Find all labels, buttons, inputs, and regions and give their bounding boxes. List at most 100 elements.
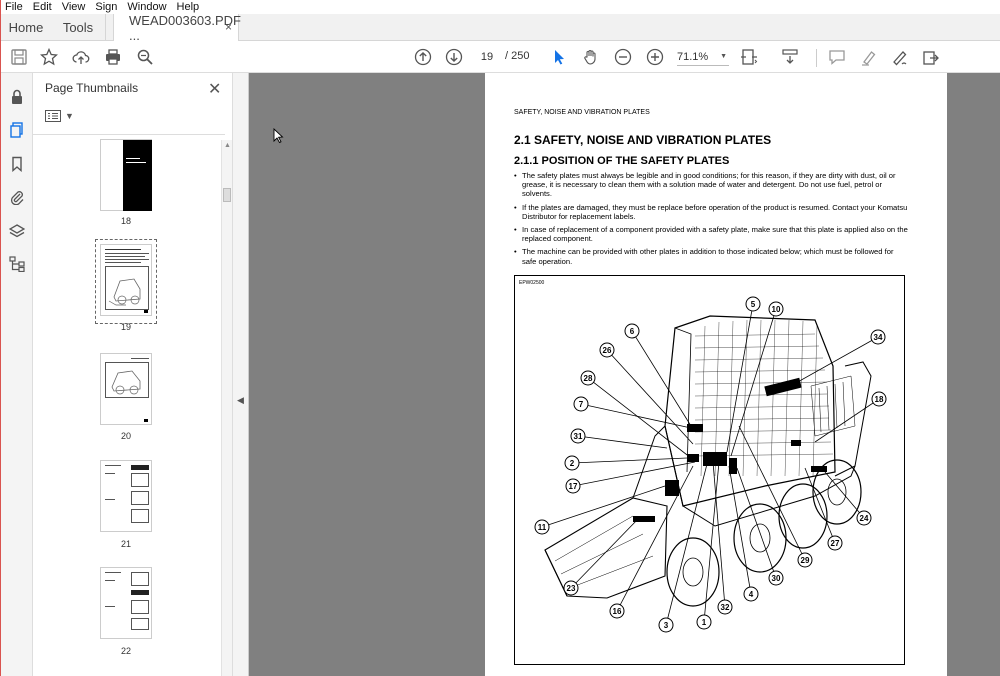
thumbnail-text-line bbox=[105, 249, 141, 250]
zoom-search-icon[interactable] bbox=[135, 47, 155, 67]
tab-document[interactable]: WEAD003603.PDF ... × bbox=[113, 13, 241, 43]
safety-plates-figure: EPW02500 5 10 6 34 26 28 18 7 31 2 17 11… bbox=[514, 275, 905, 665]
sign-icon[interactable] bbox=[890, 47, 910, 67]
callout-30: 30 bbox=[736, 467, 784, 586]
select-cursor-icon[interactable] bbox=[549, 47, 569, 67]
thumbnail-label: 22 bbox=[120, 646, 131, 656]
bookmark-icon[interactable] bbox=[7, 154, 27, 174]
callout-32: 32 bbox=[712, 461, 733, 615]
close-tab-icon[interactable]: × bbox=[225, 20, 232, 34]
bookmark-star-icon[interactable] bbox=[39, 47, 59, 67]
callout-leader-line bbox=[786, 336, 879, 389]
callout-number: 26 bbox=[603, 346, 612, 355]
section-heading: 2.1 SAFETY, NOISE AND VIBRATION PLATES bbox=[514, 133, 772, 147]
menu-view[interactable]: View bbox=[62, 1, 86, 13]
callout-number: 4 bbox=[749, 590, 754, 599]
callout-31: 31 bbox=[570, 428, 668, 449]
callout-11: 11 bbox=[534, 485, 666, 535]
callout-23: 23 bbox=[563, 519, 638, 596]
callout-number: 32 bbox=[721, 603, 730, 612]
save-icon[interactable] bbox=[9, 47, 29, 67]
callout-27: 27 bbox=[804, 467, 843, 551]
fit-page-icon[interactable] bbox=[739, 47, 759, 67]
callout-leader-line bbox=[631, 330, 692, 427]
page-down-icon[interactable] bbox=[444, 47, 464, 67]
thumbnail-text-line bbox=[105, 253, 149, 254]
thumbnail-label-box bbox=[131, 491, 149, 505]
panel-collapse-strip[interactable]: ◀ bbox=[233, 73, 249, 676]
thumbnail-options-button[interactable]: ▼ bbox=[45, 110, 74, 122]
callout-leader-line bbox=[541, 485, 666, 528]
thumbnail-figure bbox=[105, 362, 149, 398]
callout-layer: 5 10 6 34 26 28 18 7 31 2 17 11 24 27 29 30 4 23 16 3 32 1 bbox=[534, 296, 887, 633]
zoom-select[interactable]: 71.1% ▼ bbox=[677, 48, 729, 66]
thumbnails-scrollbar[interactable]: ▲ bbox=[221, 140, 232, 676]
tab-home[interactable]: Home bbox=[1, 14, 51, 41]
thumbnail-page[interactable] bbox=[100, 567, 152, 639]
model-tree-icon[interactable] bbox=[7, 254, 27, 274]
scroll-up-arrow-icon[interactable]: ▲ bbox=[224, 142, 231, 149]
pdf-page: SAFETY, NOISE AND VIBRATION PLATES 2.1 S… bbox=[485, 73, 947, 676]
zoom-in-icon[interactable] bbox=[645, 47, 665, 67]
scrollbar-thumb[interactable] bbox=[223, 188, 231, 202]
document-viewport[interactable]: SAFETY, NOISE AND VIBRATION PLATES 2.1 S… bbox=[249, 73, 1000, 676]
callout-number: 18 bbox=[875, 395, 884, 404]
page-thumbnails-panel: Page Thumbnails ✕ ▼ 18 19 20 21 22 ▲ bbox=[33, 73, 233, 676]
close-panel-icon[interactable]: ✕ bbox=[208, 79, 221, 99]
layers-icon[interactable] bbox=[7, 221, 27, 241]
tab-bar: Home Tools WEAD003603.PDF ... × bbox=[1, 13, 1000, 43]
thumbnail-text-line bbox=[105, 580, 115, 581]
thumbnail-text-line bbox=[105, 572, 121, 573]
thumbnail-text-line bbox=[105, 473, 115, 474]
callout-28: 28 bbox=[580, 370, 692, 459]
print-icon[interactable] bbox=[103, 47, 123, 67]
hand-icon[interactable] bbox=[581, 47, 601, 67]
thumbnail-page-selected[interactable] bbox=[100, 244, 152, 316]
comment-icon[interactable] bbox=[827, 47, 847, 67]
thumbnail-black-band bbox=[123, 140, 152, 211]
menu-window[interactable]: Window bbox=[127, 1, 166, 13]
thumbnail-page[interactable] bbox=[100, 139, 152, 211]
page-number-input[interactable]: 19 bbox=[475, 48, 499, 66]
upload-cloud-icon[interactable] bbox=[71, 47, 91, 67]
page-up-icon[interactable] bbox=[413, 47, 433, 67]
menu-help[interactable]: Help bbox=[177, 1, 200, 13]
callout-number: 1 bbox=[702, 618, 707, 627]
thumbnail-label: 21 bbox=[120, 539, 131, 549]
scroll-mode-icon[interactable] bbox=[780, 47, 800, 67]
callout-26: 26 bbox=[599, 342, 694, 445]
zoom-out-icon[interactable] bbox=[613, 47, 633, 67]
callout-3: 3 bbox=[658, 463, 708, 633]
menu-sign[interactable]: Sign bbox=[95, 1, 117, 13]
share-icon[interactable] bbox=[921, 47, 941, 67]
page-thumbnails-icon[interactable] bbox=[7, 120, 27, 140]
menu-file[interactable]: File bbox=[5, 1, 23, 13]
callout-number: 6 bbox=[630, 327, 635, 336]
callout-17: 17 bbox=[565, 461, 696, 494]
subsection-heading: 2.1.1 POSITION OF THE SAFETY PLATES bbox=[514, 155, 730, 167]
chevron-down-icon: ▼ bbox=[65, 111, 74, 121]
thumbnail-machine-sketch bbox=[111, 370, 141, 395]
tab-tools[interactable]: Tools bbox=[51, 14, 106, 41]
callout-number: 11 bbox=[538, 523, 547, 532]
left-nav-rail bbox=[1, 73, 33, 676]
callout-leader-line bbox=[736, 467, 777, 579]
running-head: SAFETY, NOISE AND VIBRATION PLATES bbox=[514, 109, 650, 116]
menu-edit[interactable]: Edit bbox=[33, 1, 52, 13]
highlight-icon[interactable] bbox=[859, 47, 879, 67]
list-options-icon bbox=[45, 110, 61, 122]
callout-2: 2 bbox=[564, 455, 688, 471]
callout-number: 23 bbox=[567, 584, 576, 593]
collapse-left-arrow-icon[interactable]: ◀ bbox=[237, 395, 244, 406]
attachment-icon[interactable] bbox=[7, 187, 27, 207]
bullet-item: If the plates are damaged, they must be … bbox=[514, 203, 908, 221]
callout-5: 5 bbox=[726, 296, 761, 453]
thumbnail-page[interactable] bbox=[100, 460, 152, 532]
thumbnail-page[interactable] bbox=[100, 353, 152, 425]
thumbnail-text-line bbox=[105, 256, 145, 257]
lock-icon[interactable] bbox=[7, 87, 27, 107]
thumbnail-text-line bbox=[105, 259, 149, 260]
callout-number: 27 bbox=[831, 539, 840, 548]
callout-leader-line bbox=[814, 398, 880, 443]
callout-leader-line bbox=[587, 377, 692, 459]
